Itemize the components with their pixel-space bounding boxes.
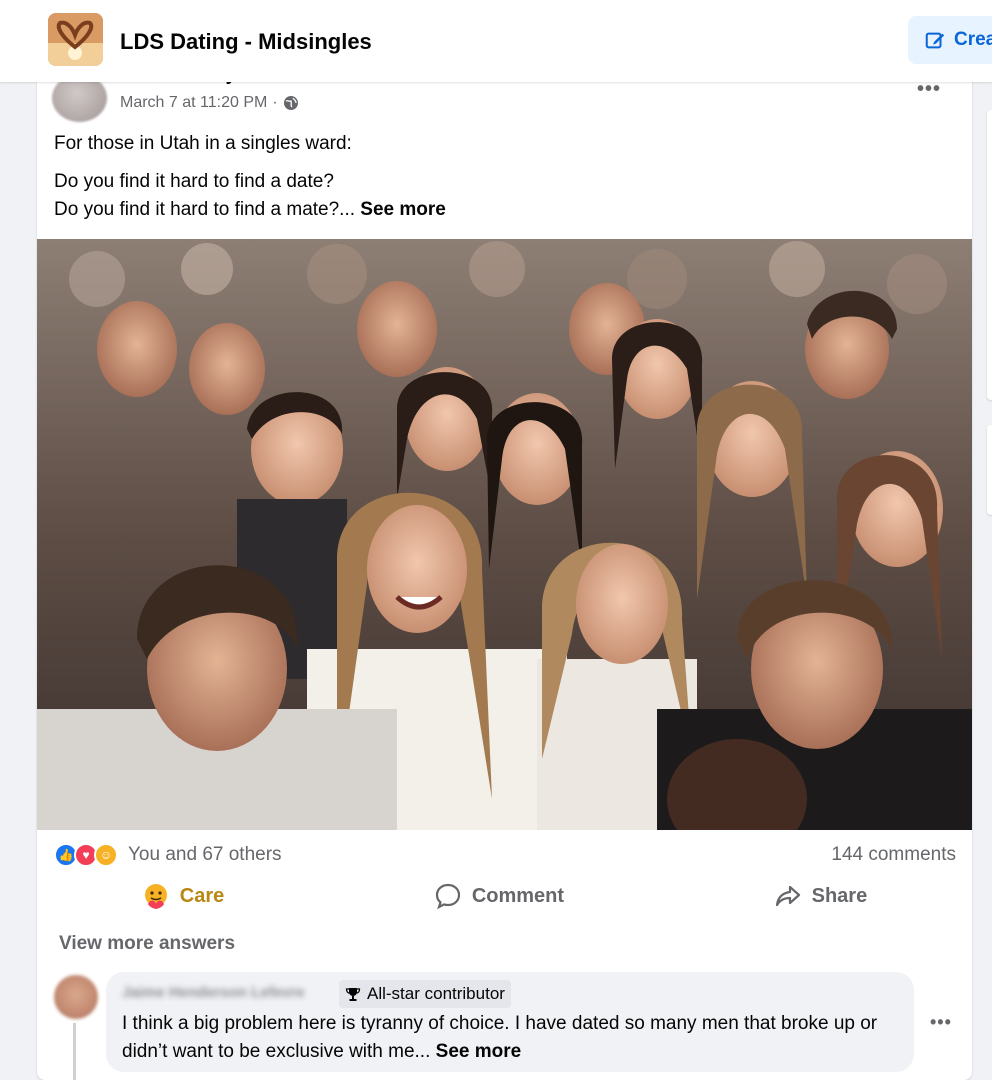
commenter-avatar[interactable] [54, 975, 98, 1019]
post-timestamp[interactable]: March 7 at 11:20 PM [120, 94, 267, 112]
crowd-photo [37, 239, 972, 830]
care-icon [144, 884, 167, 909]
reaction-count[interactable]: You and 67 others [128, 844, 282, 866]
heart-hands-icon [48, 13, 103, 66]
meta-separator: · [272, 94, 278, 111]
care-icon: ☺ [94, 843, 118, 867]
create-label: Crea [954, 29, 992, 50]
post-card: Aaron Kelley March 7 at 11:20 PM · ••• F… [37, 60, 972, 1080]
reactions-summary: 👍 ♥ ☺ You and 67 others 144 comments [54, 842, 956, 868]
comment-icon [435, 883, 460, 910]
post-photo[interactable] [37, 239, 972, 830]
view-more-answers-link[interactable]: View more answers [59, 933, 235, 955]
post-body: For those in Utah in a singles ward: Do … [54, 130, 954, 224]
group-name[interactable]: LDS Dating - Midsingles [120, 29, 372, 55]
share-icon [775, 885, 800, 907]
group-thumbnail[interactable] [48, 13, 103, 66]
post-text-line: Do you find it hard to find a date? [54, 171, 334, 192]
group-header: LDS Dating - Midsingles Crea [0, 0, 992, 82]
edit-icon [925, 32, 945, 49]
post-text-line-with-more: Do you find it hard to find a mate?... S… [54, 196, 954, 224]
comment-bubble: Jaime Henderson Lefevre All-star contrib… [106, 972, 914, 1072]
badge-label: All-star contributor [367, 984, 505, 1003]
care-button[interactable]: Care [122, 876, 244, 916]
share-button[interactable]: Share [754, 876, 888, 916]
comment-options-icon[interactable]: ••• [930, 1012, 952, 1033]
post-actions: Care Comment Share [37, 874, 972, 918]
commenter-name[interactable]: Jaime Henderson Lefevre [122, 984, 305, 1001]
thread-line [73, 1023, 76, 1080]
share-label: Share [811, 884, 868, 907]
create-post-button[interactable]: Crea [908, 16, 992, 64]
post-text-line: Do you find it hard to find a mate?... [54, 199, 356, 220]
comments-count[interactable]: 144 comments [831, 844, 956, 866]
globe-icon [283, 96, 298, 110]
reaction-icons[interactable]: 👍 ♥ ☺ You and 67 others [54, 843, 282, 867]
care-label: Care [179, 884, 225, 907]
post-meta: March 7 at 11:20 PM · [120, 94, 299, 112]
comment-text: I think a big problem here is tyranny of… [122, 1010, 902, 1066]
side-panel-edge [987, 110, 992, 400]
post-text-line: For those in Utah in a singles ward: [54, 133, 352, 154]
side-panel-edge [987, 425, 992, 515]
trophy-icon [345, 988, 361, 1001]
comment-see-more-link[interactable]: See more [436, 1041, 522, 1062]
all-star-badge: All-star contributor [339, 980, 511, 1008]
comment-label: Comment [471, 884, 565, 907]
comment-button[interactable]: Comment [414, 876, 584, 916]
see-more-link[interactable]: See more [360, 199, 446, 220]
